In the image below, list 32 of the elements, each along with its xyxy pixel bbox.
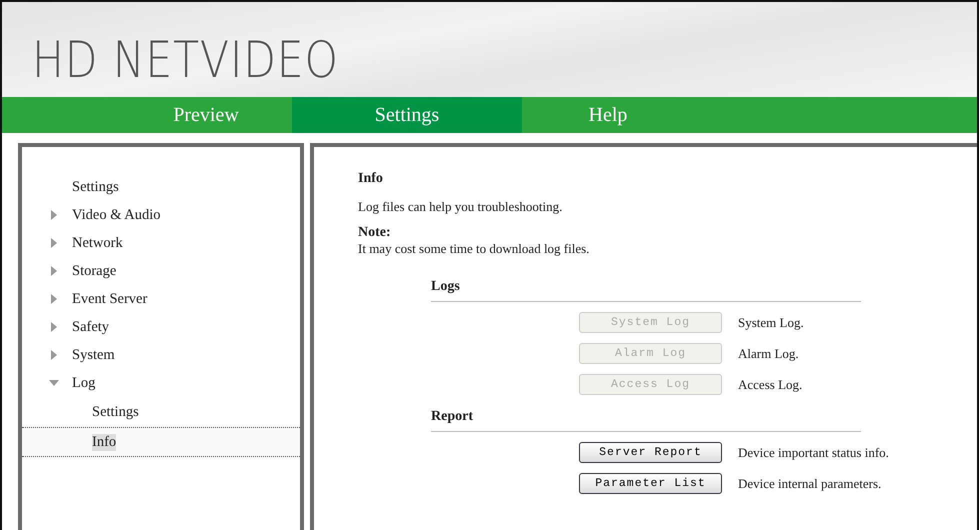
section-title: Logs — [431, 279, 861, 302]
action-description: Access Log. — [738, 376, 802, 392]
action-description: System Log. — [738, 314, 804, 330]
sidebar-item[interactable]: Safety — [22, 313, 300, 341]
caret-down-icon[interactable] — [49, 378, 59, 388]
action-description: Device internal parameters. — [738, 476, 882, 492]
sidebar-item[interactable]: Network — [22, 229, 300, 257]
sidebar-item[interactable]: Log — [22, 369, 300, 397]
description-text: Log files can help you troubleshooting. — [358, 199, 564, 215]
page-title: Info — [358, 171, 384, 187]
note-text: It may cost some time to download log files. — [358, 241, 590, 257]
action-description: Alarm Log. — [738, 346, 799, 362]
sidebar-item[interactable]: Video & Audio — [22, 201, 300, 229]
sidebar-item[interactable]: System — [22, 341, 300, 369]
caret-right-icon[interactable] — [49, 238, 59, 248]
note-label: Note: — [358, 225, 392, 241]
sidebar-item[interactable]: Settings — [22, 173, 300, 201]
sidebar-subitem[interactable]: Settings — [22, 397, 300, 427]
logo-text: HD NETVIDEO — [32, 35, 339, 85]
caret-right-icon[interactable] — [49, 350, 59, 360]
sidebar-subitem[interactable]: Info — [22, 427, 300, 457]
nav-tab[interactable]: Settings — [292, 97, 522, 133]
caret-right-icon[interactable] — [49, 266, 59, 276]
caret-right-icon[interactable] — [49, 294, 59, 304]
action-button[interactable]: Parameter List — [579, 473, 722, 494]
action-description: Device important status info. — [738, 444, 889, 460]
caret-right-icon[interactable] — [49, 210, 59, 220]
section-title: Report — [431, 409, 861, 432]
sidebar-item[interactable]: Event Server — [22, 285, 300, 313]
caret-right-icon[interactable] — [49, 322, 59, 332]
sidebar-item[interactable]: Storage — [22, 257, 300, 285]
action-button[interactable]: Server Report — [579, 442, 722, 463]
